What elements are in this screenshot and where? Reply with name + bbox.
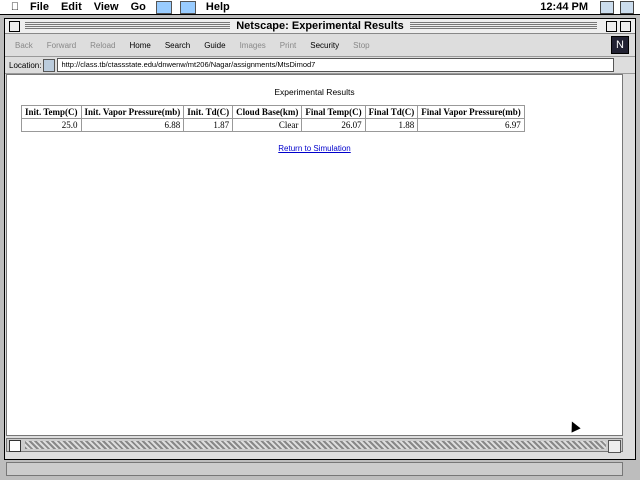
navigation-toolbar: Back Forward Reload Home Search Guide Im… bbox=[5, 34, 635, 57]
column-header: Init. Temp(C) bbox=[21, 105, 82, 119]
table-cell: 1.88 bbox=[364, 118, 419, 132]
menu-bar:  File Edit View Go Help 12:44 PM bbox=[0, 0, 640, 15]
application-menu-icon[interactable] bbox=[620, 0, 634, 14]
column-header: Final Td(C) bbox=[364, 105, 419, 119]
location-label: Location: bbox=[9, 60, 42, 70]
security-lock-icon[interactable] bbox=[9, 440, 21, 452]
print-button[interactable]: Print bbox=[280, 41, 296, 50]
reload-button[interactable]: Reload bbox=[90, 41, 115, 50]
return-to-simulation-link[interactable]: Return to Simulation bbox=[7, 144, 622, 153]
column-header: Init. Vapor Pressure(mb) bbox=[80, 105, 185, 119]
back-button[interactable]: Back bbox=[15, 41, 33, 50]
window-title: Netscape: Experimental Results bbox=[230, 20, 410, 32]
menu-bar-right: 12:44 PM bbox=[540, 0, 640, 14]
page-proxy-icon[interactable] bbox=[43, 58, 56, 72]
results-table: Init. Temp(C) Init. Vapor Pressure(mb) I… bbox=[21, 105, 525, 132]
table-row: 25.0 6.88 1.87 Clear 26.07 1.88 6.97 bbox=[21, 118, 525, 132]
status-bar bbox=[6, 462, 623, 476]
images-button[interactable]: Images bbox=[240, 41, 266, 50]
menu-view[interactable]: View bbox=[88, 1, 125, 13]
title-bar[interactable]: Netscape: Experimental Results bbox=[5, 19, 635, 34]
table-header-row: Init. Temp(C) Init. Vapor Pressure(mb) I… bbox=[21, 105, 525, 119]
stop-button[interactable]: Stop bbox=[353, 41, 369, 50]
scroll-track[interactable] bbox=[25, 441, 606, 449]
table-cell: 25.0 bbox=[21, 118, 82, 132]
close-box-icon[interactable] bbox=[9, 21, 20, 32]
location-bar: Location: http://class.tb/ctassstate.edu… bbox=[5, 57, 635, 74]
page-content: Experimental Results Init. Temp(C) Init.… bbox=[6, 74, 623, 436]
guide-button[interactable]: Guide bbox=[204, 41, 225, 50]
table-cell: 1.87 bbox=[183, 118, 234, 132]
menu-file[interactable]: File bbox=[24, 1, 55, 13]
home-button[interactable]: Home bbox=[130, 41, 151, 50]
horizontal-scrollbar[interactable] bbox=[6, 438, 623, 453]
forward-button[interactable]: Forward bbox=[47, 41, 76, 50]
column-header: Init. Td(C) bbox=[183, 105, 234, 119]
table-cell: 6.97 bbox=[417, 118, 525, 132]
table-cell: 6.88 bbox=[80, 118, 185, 132]
help-balloon-icon[interactable] bbox=[600, 0, 614, 14]
netscape-logo-icon[interactable]: N bbox=[611, 36, 629, 54]
search-button[interactable]: Search bbox=[165, 41, 190, 50]
location-input[interactable]: http://class.tb/ctassstate.edu/dnwenw/mt… bbox=[57, 58, 615, 72]
grow-box-icon[interactable] bbox=[608, 440, 621, 453]
column-header: Final Vapor Pressure(mb) bbox=[417, 105, 525, 119]
table-cell: 26.07 bbox=[301, 118, 366, 132]
mouse-pointer-icon bbox=[567, 419, 581, 433]
collapse-box-icon[interactable] bbox=[620, 21, 631, 32]
clock[interactable]: 12:44 PM bbox=[540, 1, 588, 13]
column-header: Final Temp(C) bbox=[301, 105, 366, 119]
table-caption: Experimental Results bbox=[274, 87, 355, 97]
bookmarks-icon[interactable] bbox=[155, 0, 172, 14]
menu-edit[interactable]: Edit bbox=[55, 1, 88, 13]
communicator-icon[interactable] bbox=[179, 0, 196, 14]
menu-go[interactable]: Go bbox=[125, 1, 152, 13]
column-header: Cloud Base(km) bbox=[232, 105, 303, 119]
menu-help[interactable]: Help bbox=[200, 1, 236, 13]
zoom-box-icon[interactable] bbox=[606, 21, 617, 32]
security-button[interactable]: Security bbox=[310, 41, 339, 50]
apple-icon[interactable]:  bbox=[6, 1, 24, 13]
table-cell: Clear bbox=[232, 118, 303, 132]
